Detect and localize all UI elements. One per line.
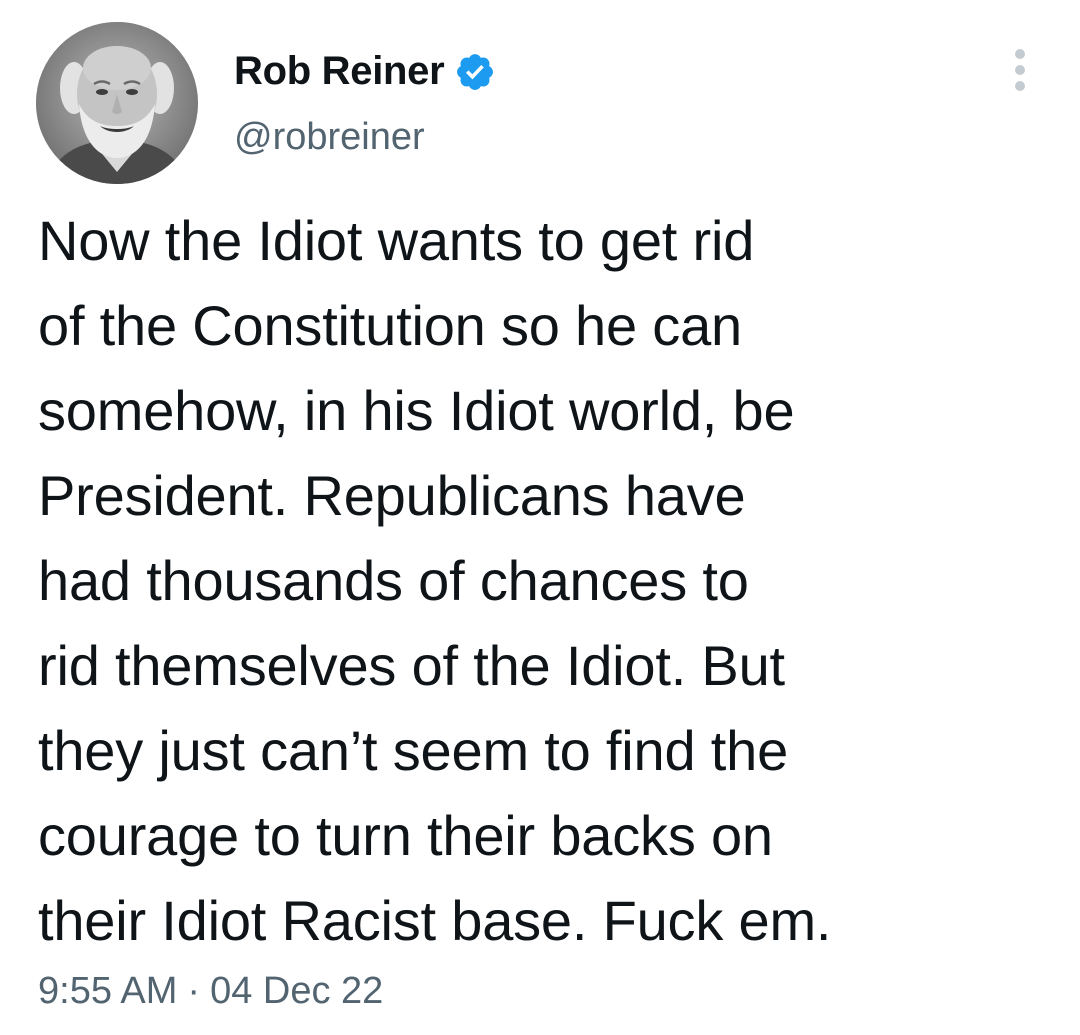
author-handle[interactable]: @robreiner [234,112,425,162]
tweet-text-line: rid themselves of the Idiot. But [38,634,785,697]
tweet-text-line: they just can’t seem to find the [38,719,789,782]
more-options-button[interactable] [1000,40,1040,100]
tweet-date: 04 Dec 22 [210,970,384,1012]
tweet-text-line: had thousands of chances to [38,549,749,612]
tweet-text-line: somehow, in his Idiot world, be [38,379,795,442]
author-name[interactable]: Rob Reiner [234,46,496,96]
more-vertical-icon [1015,49,1025,91]
tweet-timestamp[interactable]: 9:55 AM · 04 Dec 22 [38,966,383,1016]
tweet-text-line: of the Constitution so he can [38,294,742,357]
tweet-text-line: Now the Idiot wants to get rid [38,209,755,272]
timestamp-separator: · [187,970,201,1012]
tweet-text-line: their Idiot Racist base. Fuck em. [38,889,832,952]
avatar[interactable] [36,22,198,184]
tweet-text-line: courage to turn their backs on [38,804,773,867]
tweet-text: Now the Idiot wants to get rid of the Co… [38,198,1048,963]
avatar-photo [36,22,198,184]
tweet-time: 9:55 AM [38,970,178,1012]
verified-badge-icon [454,51,496,93]
tweet-text-line: President. Republicans have [38,464,746,527]
author-name-text: Rob Reiner [234,49,445,93]
tweet-card: Rob Reiner @robreiner Now the Idiot want… [0,0,1080,1035]
